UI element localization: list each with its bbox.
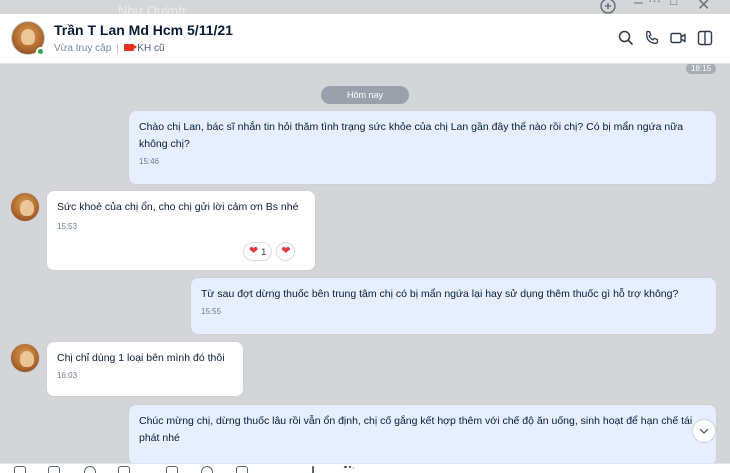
- search-icon[interactable]: [617, 29, 635, 47]
- message-bubble-outgoing[interactable]: Chúc mừng chị, dừng thuốc lâu rồi vẫn ổn…: [129, 405, 716, 465]
- attachment-icon[interactable]: [84, 466, 96, 473]
- sender-avatar[interactable]: [10, 343, 40, 373]
- divider: [117, 43, 119, 54]
- image-icon[interactable]: [48, 466, 60, 473]
- contact-status-line: Vừa truy cập KH cũ: [54, 43, 165, 54]
- reaction-bar: ❤ 1 ❤: [243, 242, 296, 261]
- close-button[interactable]: ✕: [697, 0, 710, 15]
- customer-tag[interactable]: KH cũ: [124, 43, 165, 54]
- message-time: 15:53: [57, 222, 78, 231]
- tag-icon: [124, 44, 138, 51]
- message-bubble-outgoing[interactable]: Chào chị Lan, bác sĩ nhắn tin hỏi thăm t…: [129, 111, 716, 184]
- heart-icon: ❤: [249, 245, 259, 257]
- text-format-icon[interactable]: [272, 466, 284, 473]
- sticker-icon[interactable]: [14, 466, 26, 473]
- message-bubble-outgoing[interactable]: Từ sau đợt dừng thuốc bên trung tâm chị …: [191, 278, 716, 334]
- scroll-to-bottom-button[interactable]: [692, 419, 716, 443]
- presence-status: Vừa truy cập: [54, 43, 112, 54]
- sender-avatar[interactable]: [10, 192, 40, 222]
- contact-card-icon[interactable]: [166, 466, 178, 473]
- more-options-button[interactable]: ···: [648, 0, 661, 8]
- message-bubble-incoming[interactable]: Chị chỉ dùng 1 loại bên mình đó thôi 16:…: [47, 342, 243, 396]
- video-call-icon[interactable]: [669, 29, 687, 47]
- reaction-count: 1: [261, 246, 267, 257]
- message-list[interactable]: 18:15 Hôm nay Chào chị Lan, bác sĩ nhắn …: [0, 64, 730, 473]
- window-title-strip: Như Quỳnh – ··· □ ✕: [0, 0, 730, 18]
- screenshot-capture-icon[interactable]: [118, 466, 130, 473]
- phone-icon[interactable]: [643, 29, 661, 47]
- composer-toolbar: [0, 463, 730, 473]
- message-text: Chào chị Lan, bác sĩ nhắn tin hỏi thăm t…: [139, 121, 684, 150]
- message-time: 16:03: [57, 371, 78, 380]
- chevron-down-icon: [699, 428, 709, 434]
- chat-header: Trần T Lan Md Hcm 5/11/21 Vừa truy cập K…: [0, 14, 730, 64]
- minimize-button[interactable]: –: [634, 0, 643, 12]
- reaction-count-button[interactable]: ❤ 1: [243, 242, 273, 261]
- sidebar-toggle-icon[interactable]: [696, 29, 714, 47]
- maximize-button[interactable]: □: [670, 0, 677, 8]
- contact-name[interactable]: Trần T Lan Md Hcm 5/11/21: [54, 22, 233, 38]
- message-text: Chị chỉ dùng 1 loại bên mình đó thôi: [57, 352, 225, 364]
- message-text: Từ sau đợt dừng thuốc bên trung tâm chị …: [201, 288, 679, 300]
- quick-message-icon[interactable]: [312, 466, 314, 473]
- reminder-icon[interactable]: [201, 466, 213, 473]
- date-separator: Hôm nay: [321, 86, 409, 104]
- message-text: Chúc mừng chị, dừng thuốc lâu rồi vẫn ổn…: [139, 415, 693, 444]
- message-time: 15:46: [139, 157, 160, 166]
- online-status-icon: [36, 47, 45, 56]
- tag-label: KH cũ: [137, 43, 165, 54]
- message-time: 15:55: [201, 307, 222, 316]
- heart-icon: ❤: [281, 245, 291, 257]
- message-text: Sức khoẻ của chị ổn, cho chị gửi lời cảm…: [57, 201, 299, 213]
- message-time-chip: 18:15: [686, 64, 717, 74]
- more-icon[interactable]: [342, 466, 354, 473]
- task-icon[interactable]: [236, 466, 248, 473]
- add-reaction-button[interactable]: ❤: [276, 242, 296, 261]
